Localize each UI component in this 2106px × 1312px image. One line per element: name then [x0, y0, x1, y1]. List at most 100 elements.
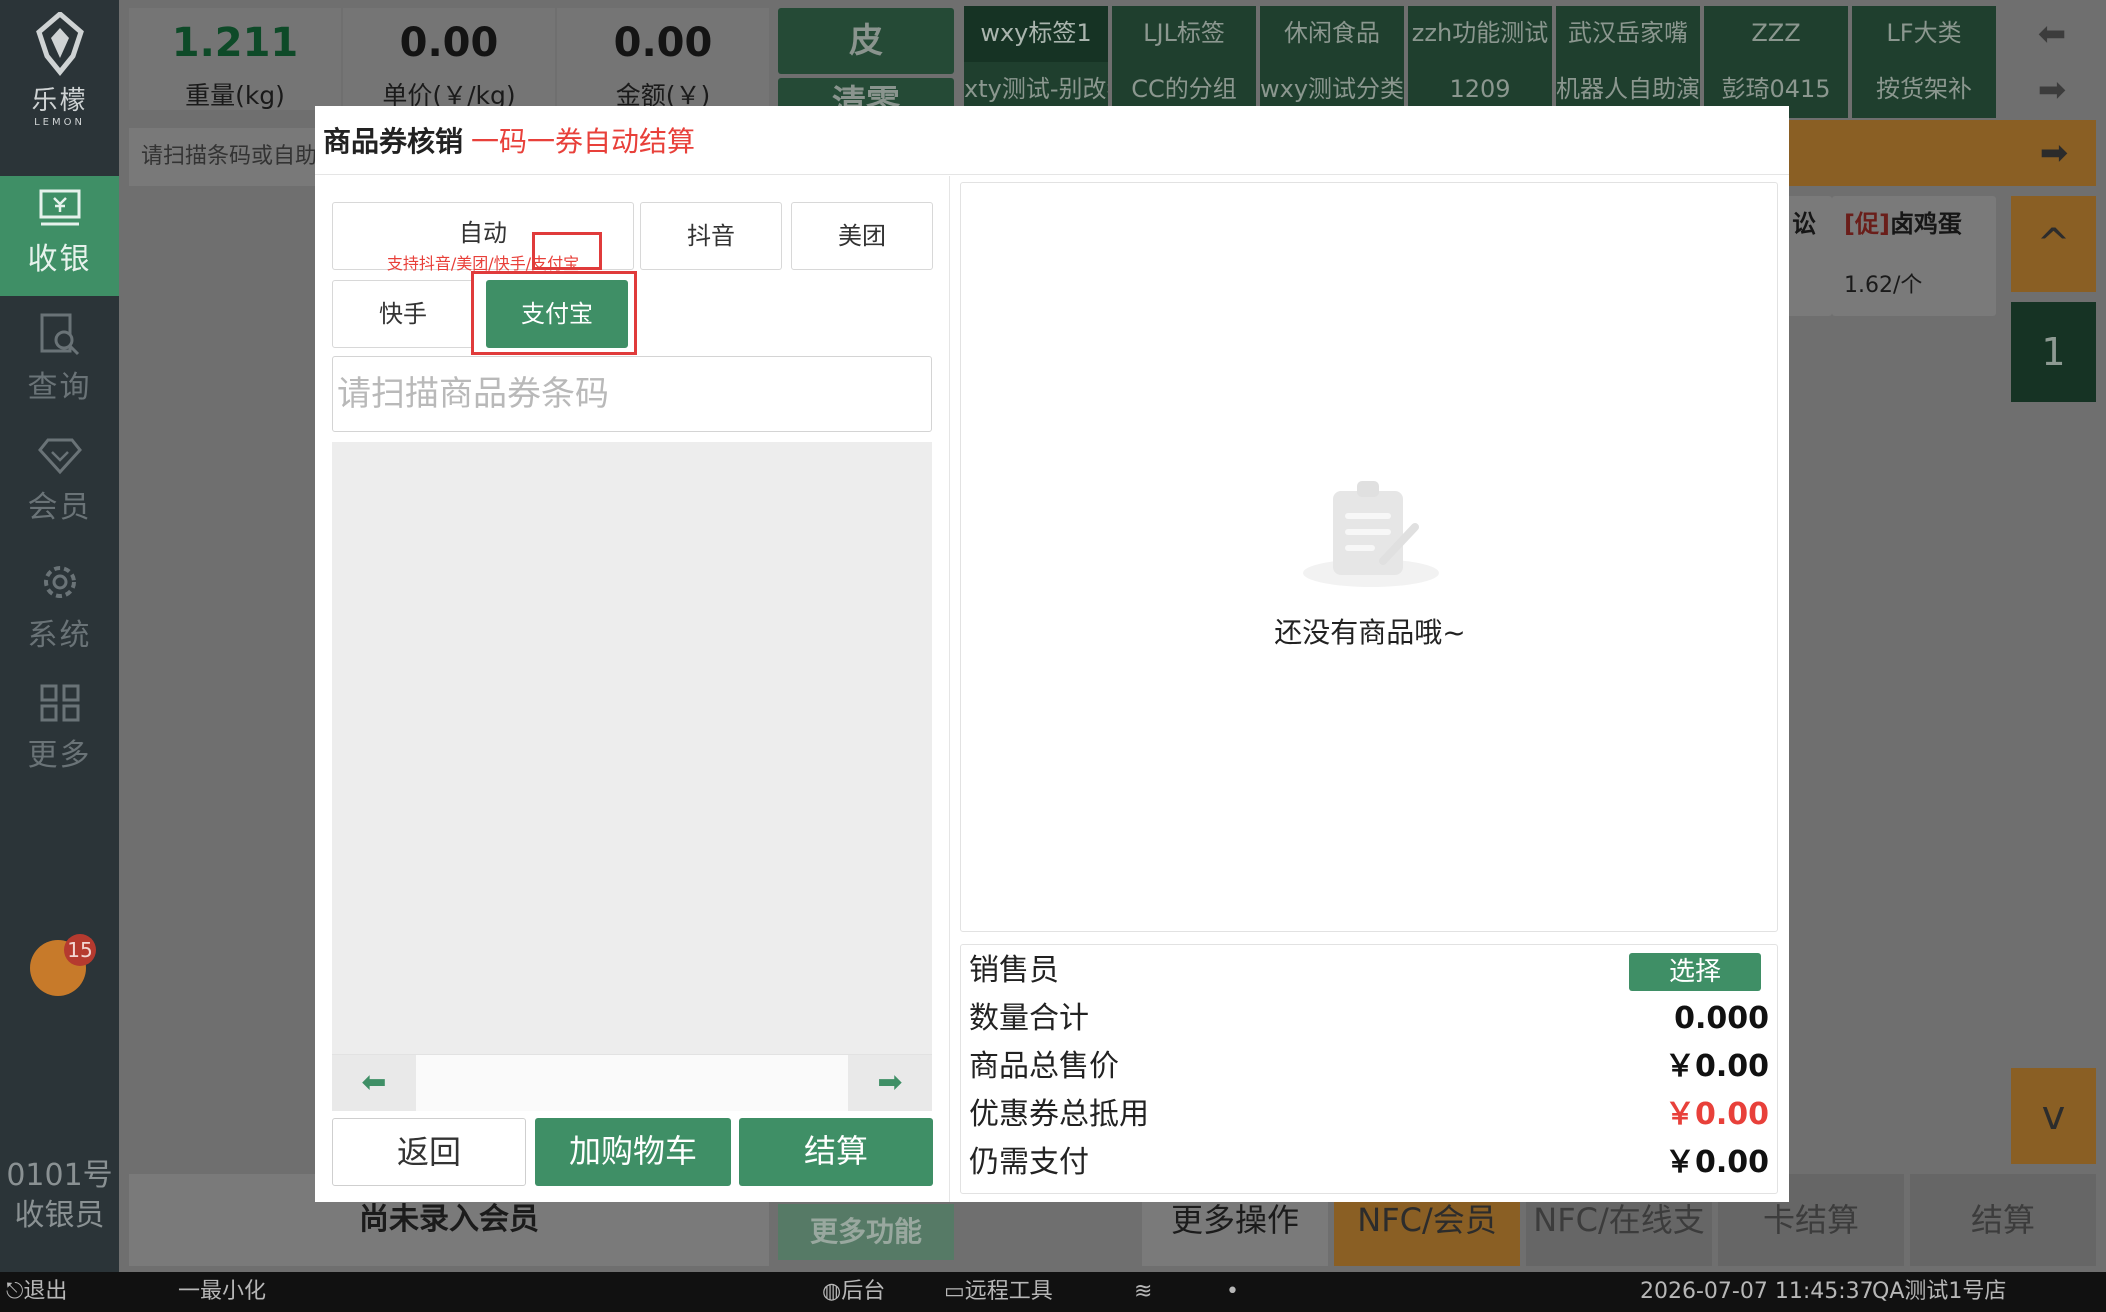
- sidebar-item-query[interactable]: 查询: [0, 300, 119, 420]
- sidebar-item-more[interactable]: 更多: [0, 672, 119, 792]
- coupon-total-row: 优惠券总抵用 ￥0.00: [969, 1091, 1769, 1139]
- coupon-redeem-dialog: 商品券核销 一码一券自动结算 自动 支持抖音/美团/快手/支付宝 抖音 美团 快手…: [315, 106, 1789, 1202]
- type-kuaishou-button[interactable]: 快手: [332, 280, 474, 348]
- category-tab[interactable]: LF大类: [1852, 6, 1998, 62]
- empty-clipboard-icon: [1303, 481, 1439, 587]
- dialog-subtitle: 一码一券自动结算: [471, 125, 696, 158]
- category-tab[interactable]: 武汉岳家嘴: [1556, 6, 1702, 62]
- store-name: QA测试1号店: [1872, 1279, 2007, 1304]
- product-name: 讼: [1792, 210, 1816, 238]
- page-up-button[interactable]: ^: [2011, 196, 2096, 292]
- backend-button[interactable]: ◍后台: [822, 1272, 885, 1312]
- coupon-list: [332, 442, 932, 1060]
- grid-icon: [40, 684, 79, 722]
- choose-salesperson-button[interactable]: 选择: [1629, 953, 1761, 991]
- highlight-box: [471, 271, 637, 355]
- sidebar-item-cashier[interactable]: 收银: [0, 176, 119, 296]
- notification-bell-icon[interactable]: 15: [30, 934, 96, 996]
- sidebar-item-label: 查询: [27, 370, 92, 405]
- dialog-title: 商品券核销 一码一券自动结算: [323, 120, 695, 160]
- sidebar-item-label: 会员: [27, 490, 92, 525]
- status-bar: ⎋退出 一最小化 ◍后台 ▭远程工具 ≋ • 2026-07-07 11:45:…: [0, 1272, 2106, 1312]
- scroll-track[interactable]: [416, 1055, 848, 1111]
- qty-total-value: 0.000: [1674, 1001, 1769, 1036]
- settle-button[interactable]: 结算: [1910, 1174, 2096, 1266]
- divider: [949, 176, 950, 1202]
- category-tab[interactable]: wxy标签1: [964, 6, 1110, 62]
- back-button[interactable]: 返回: [332, 1118, 526, 1186]
- category-prev-arrow-icon[interactable]: ⬅: [2012, 6, 2092, 62]
- monitor-icon: ▭: [944, 1279, 965, 1304]
- exit-button[interactable]: ⎋退出: [6, 1272, 67, 1312]
- weight-value: 1.211: [171, 20, 299, 66]
- globe-icon: ◍: [822, 1279, 842, 1304]
- diamond-icon: [37, 438, 82, 475]
- amount-due-label: 仍需支付: [969, 1145, 1089, 1180]
- weight-label: 重量(kg): [185, 81, 285, 110]
- exit-label: 退出: [23, 1279, 68, 1304]
- more-functions-button[interactable]: 更多功能: [778, 1204, 954, 1260]
- qty-total-label: 数量合计: [969, 1001, 1089, 1036]
- cashier-id: 0101号 收银员: [0, 1156, 119, 1236]
- cashier-role: 收银员: [14, 1198, 105, 1233]
- dialog-settle-button[interactable]: 结算: [739, 1118, 933, 1186]
- category-tab[interactable]: 按货架补: [1852, 62, 1998, 118]
- divider: [315, 174, 1789, 175]
- dialog-title-text: 商品券核销: [323, 125, 464, 158]
- cashier-number: 0101号: [6, 1158, 113, 1193]
- product-card[interactable]: [促]卤鸡蛋 1.62/个: [1832, 196, 1996, 316]
- datetime: 2026-07-07 11:45:37: [1640, 1279, 1874, 1304]
- goods-list-area: 还没有商品哦~: [960, 182, 1778, 932]
- empty-state-text: 还没有商品哦~: [1274, 616, 1466, 649]
- strip-next-arrow-icon[interactable]: ➡: [2012, 120, 2096, 186]
- amount-display: 0.00 金额(￥): [557, 8, 769, 110]
- amount-value: 0.00: [613, 20, 713, 66]
- coupon-total-label: 优惠券总抵用: [969, 1097, 1149, 1132]
- remote-label: 远程工具: [964, 1279, 1053, 1304]
- horizontal-scroller: ⬅ ➡: [332, 1054, 932, 1111]
- scroll-right-arrow-icon[interactable]: ➡: [848, 1055, 932, 1111]
- salesperson-label: 销售员: [969, 953, 1059, 988]
- brand-sub: LEMON: [34, 117, 85, 128]
- category-strip: [1780, 120, 2012, 186]
- type-douyin-button[interactable]: 抖音: [640, 202, 782, 270]
- coupon-total-value: ￥0.00: [1664, 1097, 1769, 1132]
- summary-panel: 销售员 选择 数量合计 0.000 商品总售价 ￥0.00 优惠券总抵用 ￥0.…: [960, 944, 1778, 1194]
- exit-icon: ⎋: [6, 1279, 24, 1304]
- category-tab[interactable]: zzh功能测试: [1408, 6, 1554, 62]
- salesperson-row: 销售员 选择: [969, 947, 1769, 995]
- sidebar: 乐檬 LEMON 收银 查询 会员 系统 更多 15 0101号 收银员: [0, 0, 119, 1272]
- backend-label: 后台: [841, 1279, 886, 1304]
- highlight-box: [532, 232, 602, 270]
- gear-icon: [43, 566, 76, 598]
- sidebar-item-label: 更多: [27, 738, 92, 773]
- notification-badge: 15: [64, 934, 96, 966]
- coupon-barcode-input[interactable]: [332, 356, 932, 432]
- category-next-arrow-icon[interactable]: ➡: [2012, 62, 2092, 118]
- scroll-left-arrow-icon[interactable]: ⬅: [332, 1055, 416, 1111]
- category-tab[interactable]: LJL标签: [1112, 6, 1258, 62]
- brand-logo: 乐檬 LEMON: [0, 12, 119, 132]
- add-to-cart-button[interactable]: 加购物车: [535, 1118, 731, 1186]
- remote-tool-button[interactable]: ▭远程工具: [944, 1272, 1053, 1312]
- brand-name: 乐檬: [31, 86, 88, 116]
- amount-due-row: 仍需支付 ￥0.00: [969, 1139, 1769, 1187]
- product-price: 1.62/个: [1844, 273, 1923, 298]
- lemon-logo-icon: [35, 12, 84, 76]
- category-tab[interactable]: ZZZ: [1704, 6, 1850, 62]
- amount-due-value: ￥0.00: [1664, 1145, 1769, 1180]
- minimize-button[interactable]: 一最小化: [178, 1272, 266, 1312]
- weight-display: 1.211 重量(kg): [129, 8, 341, 110]
- status-dot-icon: •: [1226, 1279, 1239, 1304]
- product-name: 卤鸡蛋: [1889, 210, 1962, 238]
- tare-button[interactable]: 皮: [778, 8, 954, 74]
- type-meituan-button[interactable]: 美团: [791, 202, 933, 270]
- goods-total-value: ￥0.00: [1664, 1049, 1769, 1084]
- page-down-button[interactable]: v: [2011, 1068, 2096, 1164]
- unit-price-value: 0.00: [399, 20, 499, 66]
- cash-register-icon: [39, 189, 80, 226]
- sidebar-item-system[interactable]: 系统: [0, 548, 119, 668]
- qty-total-row: 数量合计 0.000: [969, 995, 1769, 1043]
- category-tab[interactable]: 休闲食品: [1260, 6, 1406, 62]
- sidebar-item-member[interactable]: 会员: [0, 424, 119, 544]
